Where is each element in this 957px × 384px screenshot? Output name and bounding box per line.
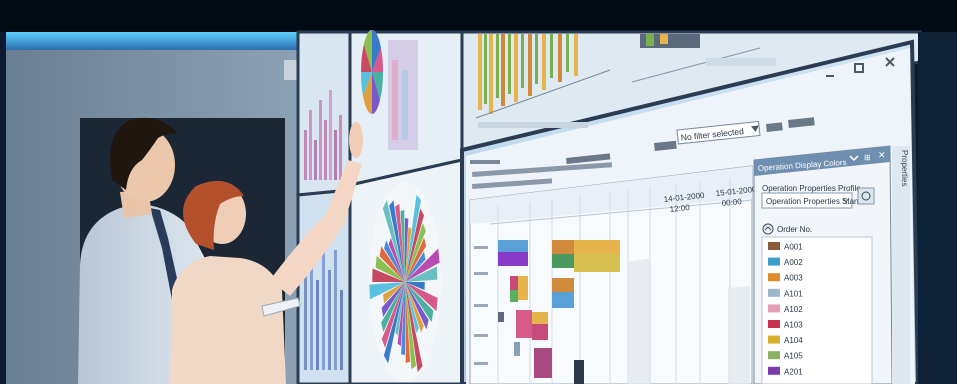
profile-select-value: Operation Properties Stan xyxy=(766,197,859,206)
order-code: A001 xyxy=(784,243,803,252)
order-color-swatch[interactable] xyxy=(768,288,780,297)
order-code: A104 xyxy=(784,336,803,345)
order-code: A003 xyxy=(784,274,803,283)
woman-blouse xyxy=(170,256,286,384)
order-code: A105 xyxy=(784,352,803,361)
operation-colors-panel: Operation Display Colors ⊞ ✕ Operation P… xyxy=(753,145,910,384)
order-items: A001 A002 A003 A101 A102 A103 A104 A105 A201 xyxy=(768,242,803,376)
order-code: A201 xyxy=(784,367,803,376)
toolbar-icons[interactable] xyxy=(766,122,783,132)
pie-chart-large xyxy=(369,182,441,382)
panel-close-icon[interactable]: ✕ xyxy=(878,150,886,160)
gantt-chart xyxy=(469,165,753,384)
ceiling-light xyxy=(6,32,306,50)
order-code: A002 xyxy=(784,258,803,267)
side-tab-label: Properties xyxy=(900,150,909,186)
order-code: A103 xyxy=(784,321,803,330)
wall-sensor xyxy=(284,60,298,80)
panel-bar-b xyxy=(402,70,408,140)
order-code: A102 xyxy=(784,305,803,314)
order-header: Order No. xyxy=(777,225,812,234)
office-scene-photo: No filter selected 14-01-2000 12:00 15-0… xyxy=(0,0,957,384)
order-color-swatch[interactable] xyxy=(768,320,780,328)
scene-svg: No filter selected 14-01-2000 12:00 15-0… xyxy=(0,0,957,384)
order-color-swatch[interactable] xyxy=(768,366,780,375)
woman-hand xyxy=(349,122,363,158)
profile-label: Operation Properties Profile xyxy=(762,184,861,193)
order-color-swatch[interactable] xyxy=(768,257,780,266)
order-color-swatch[interactable] xyxy=(768,242,780,250)
panel-bar-a xyxy=(392,60,398,140)
settings-icon[interactable] xyxy=(857,187,875,205)
order-color-swatch[interactable] xyxy=(768,273,780,282)
top-dark-band xyxy=(0,0,957,32)
order-color-swatch[interactable] xyxy=(768,351,780,360)
pie-chart-top xyxy=(361,30,383,114)
order-color-swatch[interactable] xyxy=(768,335,780,344)
right-wall xyxy=(918,32,957,384)
panel-dock-icon[interactable]: ⊞ xyxy=(864,153,871,162)
order-code: A101 xyxy=(784,289,803,298)
order-color-swatch[interactable] xyxy=(768,304,780,313)
